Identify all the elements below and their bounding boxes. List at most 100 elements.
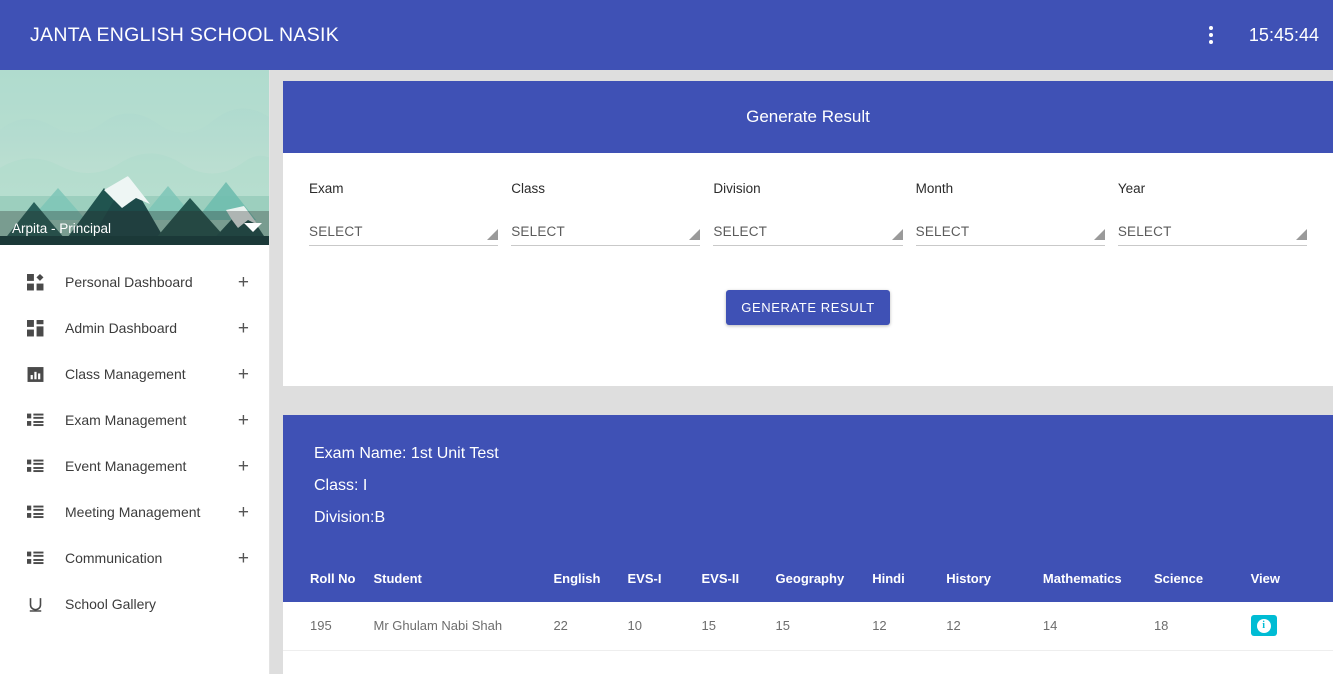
sidebar-item-label: Admin Dashboard	[65, 320, 178, 336]
generate-button-row: GENERATE RESULT	[283, 290, 1333, 325]
generate-result-button[interactable]: GENERATE RESULT	[726, 290, 890, 325]
sidebar-item-class-management[interactable]: Class Management +	[0, 351, 269, 397]
kebab-dot	[1208, 40, 1213, 44]
view-result-button[interactable]: i	[1250, 615, 1277, 637]
column-header-student: Student	[373, 554, 554, 602]
dropdown-arrow-icon	[891, 229, 903, 240]
expand-icon[interactable]: +	[238, 457, 249, 476]
list-icon	[26, 503, 44, 521]
main-content: Generate Result Exam SELECT Class SELECT…	[270, 70, 1333, 674]
sidebar-item-personal-dashboard[interactable]: Personal Dashboard +	[0, 259, 269, 305]
sidebar-item-label: Event Management	[65, 458, 187, 474]
column-header-roll-no: Roll No	[283, 554, 374, 602]
dropdown-arrow-icon	[487, 229, 499, 240]
field-division: Division SELECT	[713, 181, 903, 246]
sidebar-item-label: Class Management	[65, 366, 186, 382]
class-select[interactable]: SELECT	[511, 217, 701, 246]
field-label: Exam	[309, 181, 344, 196]
kebab-dot	[1208, 26, 1213, 30]
sidebar: Arpita - Principal Personal Dashboard +	[0, 70, 270, 674]
column-header-geography: Geography	[775, 554, 873, 602]
division-select[interactable]: SELECT	[713, 217, 903, 246]
exam-name-text: Exam Name: 1st Unit Test	[314, 445, 499, 462]
sidebar-item-label: Meeting Management	[65, 504, 201, 520]
expand-icon[interactable]: +	[238, 549, 249, 568]
month-select[interactable]: SELECT	[915, 217, 1105, 246]
sidebar-item-label: School Gallery	[65, 596, 157, 612]
generate-result-panel: Generate Result Exam SELECT Class SELECT…	[283, 81, 1333, 386]
column-header-hindi: Hindi	[872, 554, 947, 602]
cell-mathematics: 14	[1042, 602, 1154, 651]
result-table: Roll No Student English EVS-I EVS-II Geo…	[283, 554, 1333, 651]
cell-roll-no: 195	[283, 602, 374, 651]
sidebar-item-label: Personal Dashboard	[65, 274, 193, 290]
expand-icon[interactable]: +	[238, 411, 249, 430]
expand-icon[interactable]: +	[238, 503, 249, 522]
field-label: Division	[713, 181, 761, 196]
cell-history: 12	[946, 602, 1043, 651]
generate-result-form: Exam SELECT Class SELECT Division SELECT	[283, 153, 1333, 246]
sidebar-menu: Personal Dashboard + Admin Dashboard + C…	[0, 245, 269, 627]
table-row: 195 Mr Ghulam Nabi Shah 22 10 15 15 12 1…	[283, 602, 1333, 651]
field-label: Month	[915, 181, 954, 196]
expand-icon[interactable]: +	[238, 319, 249, 338]
result-panel: Exam Name: 1st Unit Test Class: I Divisi…	[283, 415, 1333, 674]
select-value: SELECT	[511, 223, 565, 239]
kebab-dot	[1208, 33, 1213, 37]
sidebar-item-communication[interactable]: Communication +	[0, 535, 269, 581]
field-exam: Exam SELECT	[309, 181, 499, 246]
cell-evs-ii: 15	[701, 602, 776, 651]
result-table-head: Roll No Student English EVS-I EVS-II Geo…	[283, 554, 1333, 602]
select-value: SELECT	[713, 223, 768, 239]
sidebar-item-label: Communication	[65, 550, 163, 566]
list-icon	[26, 457, 44, 475]
year-select[interactable]: SELECT	[1117, 217, 1308, 246]
exam-select[interactable]: SELECT	[309, 217, 499, 246]
app-title: JANTA ENGLISH SCHOOL NASIK	[30, 23, 340, 46]
field-label: Year	[1117, 181, 1146, 196]
cell-science: 18	[1153, 602, 1251, 651]
profile-name-bar: Arpita - Principal	[0, 211, 269, 245]
sidebar-item-exam-management[interactable]: Exam Management +	[0, 397, 269, 443]
dropdown-arrow-icon	[1093, 229, 1105, 240]
result-table-body: 195 Mr Ghulam Nabi Shah 22 10 15 15 12 1…	[283, 602, 1333, 651]
field-class: Class SELECT	[511, 181, 701, 246]
cell-english: 22	[553, 602, 628, 651]
header-actions: 15:45:44	[1197, 21, 1319, 49]
cell-hindi: 12	[872, 602, 947, 651]
field-year: Year SELECT	[1117, 181, 1308, 246]
dashboard-grid-icon	[26, 319, 44, 337]
field-month: Month SELECT	[915, 181, 1105, 246]
class-text: Class: I	[314, 477, 368, 494]
kebab-menu-icon[interactable]	[1197, 21, 1225, 49]
cell-geography: 15	[775, 602, 873, 651]
bar-chart-icon	[26, 365, 44, 383]
column-header-evs-i: EVS-I	[627, 554, 702, 602]
profile-banner[interactable]: Arpita - Principal	[0, 70, 269, 245]
expand-icon[interactable]: +	[238, 365, 249, 384]
column-header-view: View	[1250, 554, 1333, 602]
column-header-evs-ii: EVS-II	[701, 554, 776, 602]
sidebar-item-label: Exam Management	[65, 412, 187, 428]
list-icon	[26, 411, 44, 429]
dashboard-grid-star-icon	[26, 273, 44, 291]
sidebar-item-admin-dashboard[interactable]: Admin Dashboard +	[0, 305, 269, 351]
cell-view: i	[1250, 602, 1333, 651]
select-value: SELECT	[915, 223, 970, 239]
select-value: SELECT	[1117, 223, 1172, 239]
division-text: Division:B	[314, 509, 386, 526]
exam-info-header: Exam Name: 1st Unit Test Class: I Divisi…	[283, 415, 1333, 554]
table-header-row: Roll No Student English EVS-I EVS-II Geo…	[283, 554, 1333, 602]
sidebar-item-event-management[interactable]: Event Management +	[0, 443, 269, 489]
sidebar-item-school-gallery[interactable]: School Gallery	[0, 581, 269, 627]
column-header-history: History	[946, 554, 1043, 602]
column-header-science: Science	[1153, 554, 1251, 602]
profile-name: Arpita - Principal	[12, 220, 112, 236]
sidebar-item-meeting-management[interactable]: Meeting Management +	[0, 489, 269, 535]
list-icon	[26, 549, 44, 567]
expand-icon[interactable]: +	[238, 273, 249, 292]
column-header-mathematics: Mathematics	[1042, 554, 1154, 602]
app-header: JANTA ENGLISH SCHOOL NASIK 15:45:44	[0, 0, 1333, 70]
caret-down-icon[interactable]	[244, 223, 262, 232]
generate-result-title: Generate Result	[283, 81, 1333, 153]
